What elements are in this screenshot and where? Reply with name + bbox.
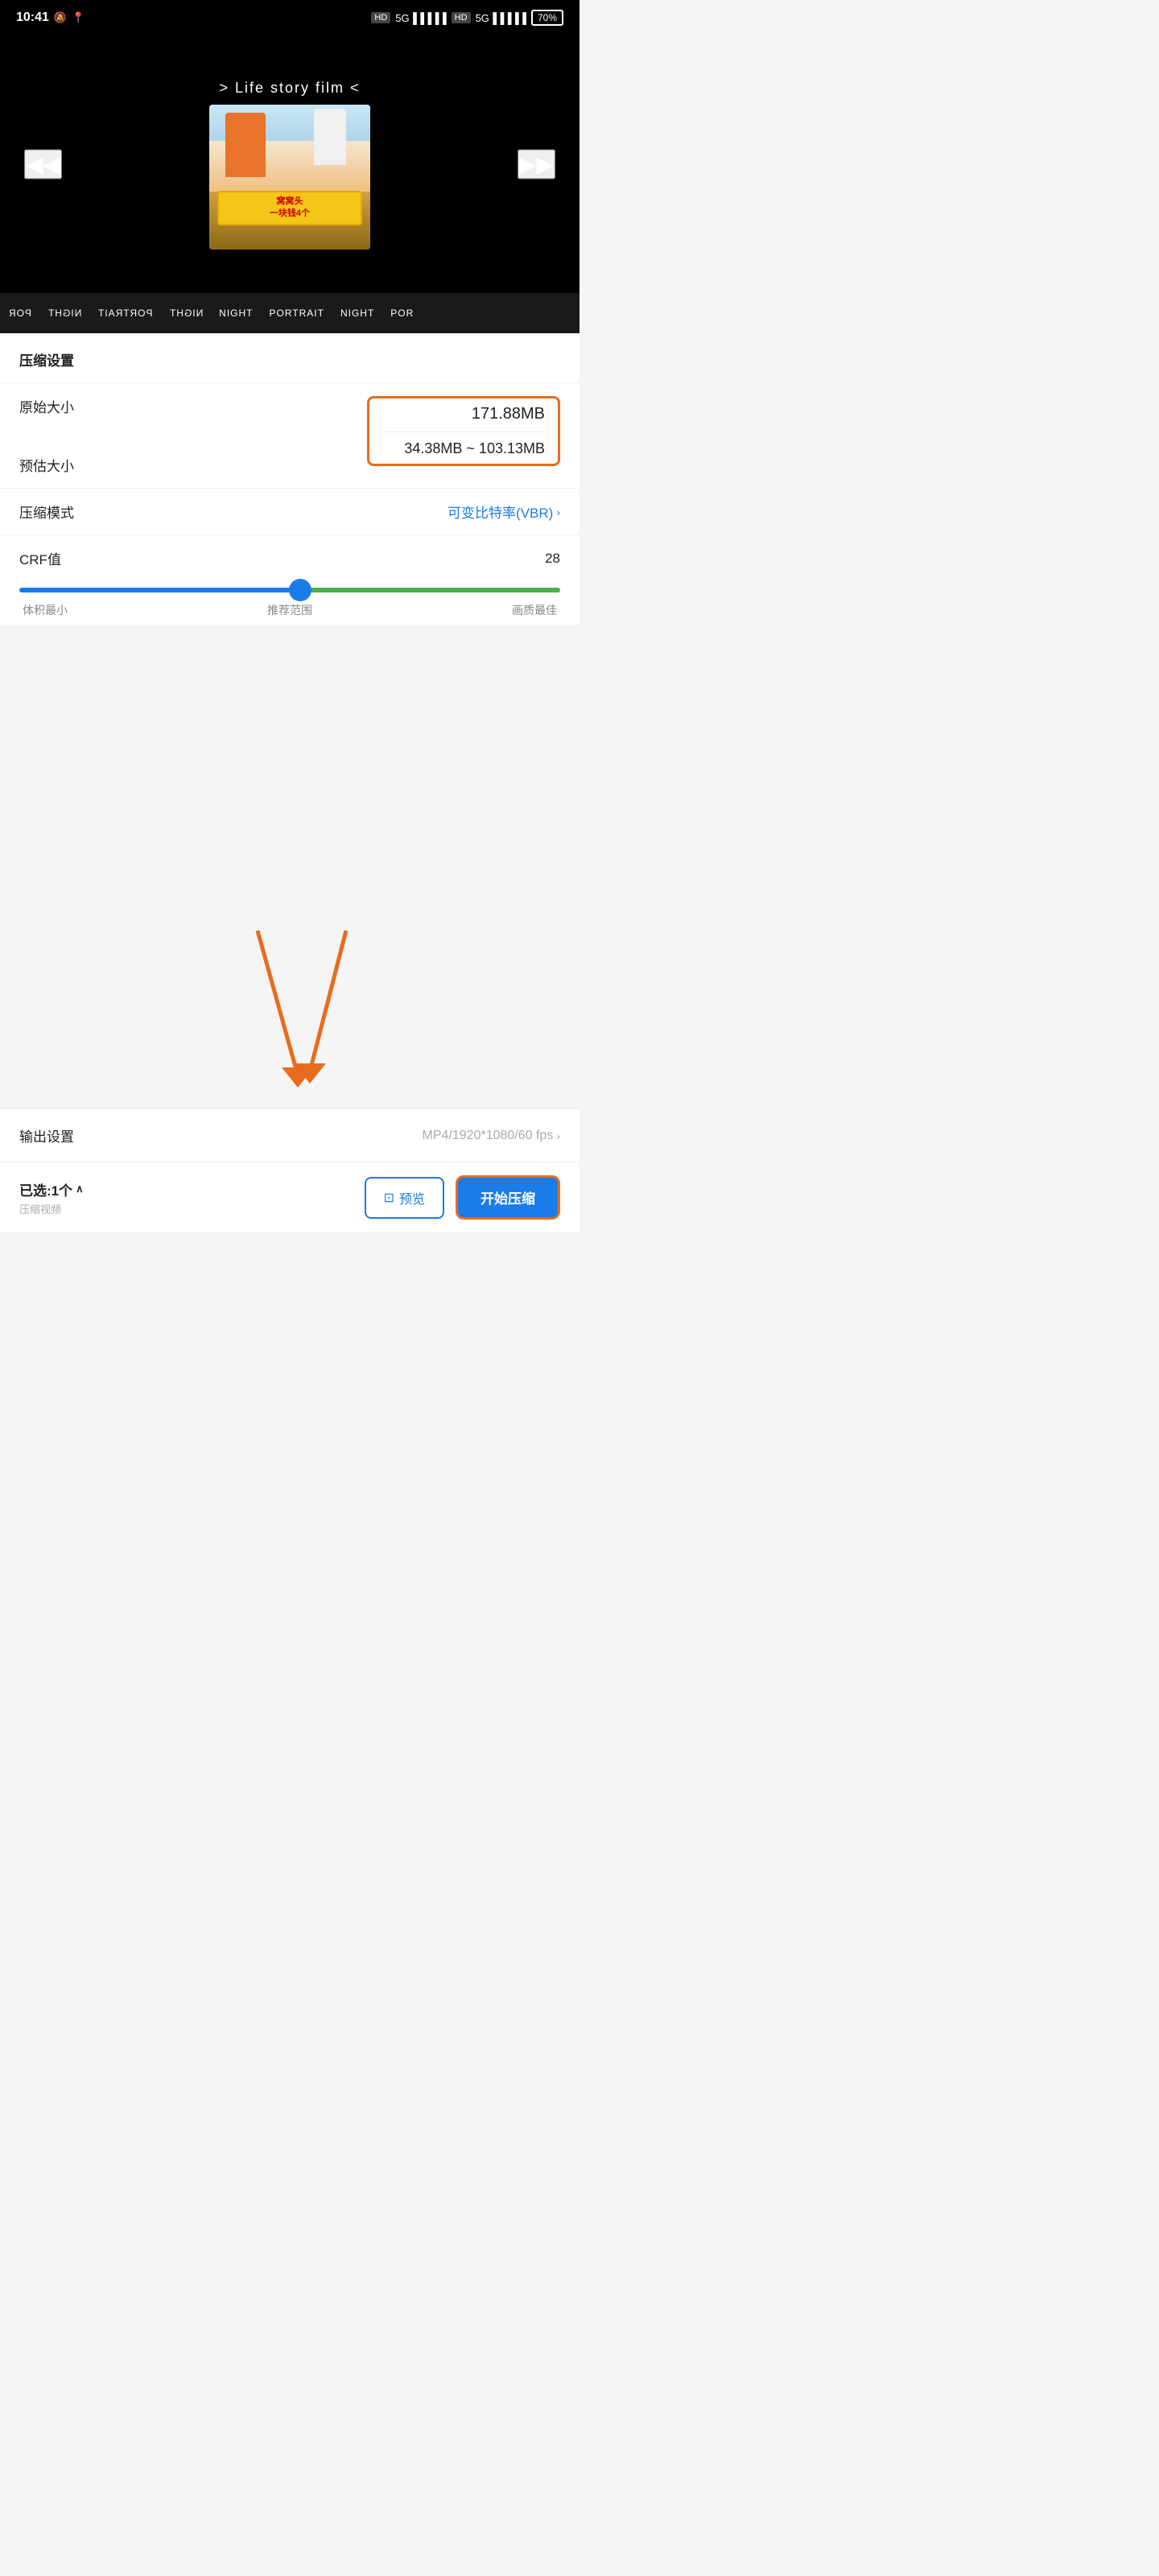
- slider-track-left: [19, 588, 300, 592]
- compression-mode-text: 可变比特率(VBR): [448, 502, 553, 522]
- rewind-button[interactable]: ◀◀: [24, 150, 62, 180]
- video-title: > Life story film <: [219, 80, 360, 97]
- video-thumbnail: 窝窝头一块钱4个: [209, 105, 370, 250]
- compression-mode-value[interactable]: 可变比特率(VBR) ›: [448, 502, 560, 522]
- hd-badge-2: HD: [452, 12, 471, 23]
- filter-item[interactable]: POR: [390, 308, 414, 319]
- sign-overlay: 窝窝头一块钱4个: [217, 191, 362, 225]
- output-settings-label: 输出设置: [19, 1125, 74, 1146]
- compression-mode-chevron: ›: [556, 506, 560, 518]
- crf-label: CRF值: [19, 548, 61, 568]
- filter-item[interactable]: NIGHT: [340, 308, 374, 319]
- signal-1: 5G▐▐▐▐▐: [395, 12, 446, 24]
- slider-thumb[interactable]: [289, 579, 311, 601]
- output-settings-chevron: ›: [556, 1129, 560, 1142]
- action-buttons: ⊡ 预览 开始压缩: [365, 1175, 560, 1220]
- settings-area: 压缩设置 原始大小 预估大小 171.88MB 34.38MB ~ 103.13…: [0, 333, 580, 625]
- preview-label: 预览: [399, 1188, 425, 1208]
- selected-title[interactable]: 已选:1个 ∧: [19, 1179, 84, 1199]
- filter-item[interactable]: PORTRAIT: [270, 308, 324, 319]
- slider-container: 体积最小 推荐范围 画质最佳: [0, 588, 580, 625]
- compress-label: 开始压缩: [481, 1191, 535, 1207]
- empty-space: [0, 625, 580, 882]
- battery-icon: 70%: [531, 10, 563, 26]
- compress-button[interactable]: 开始压缩: [456, 1175, 560, 1220]
- estimated-size-label: 预估大小: [19, 455, 74, 475]
- annotation-arrows: [185, 914, 394, 1108]
- preview-icon: ⊡: [384, 1190, 394, 1206]
- slider-track[interactable]: [19, 588, 560, 592]
- chevron-up-icon: ∧: [76, 1183, 84, 1195]
- size-row: 原始大小 预估大小 171.88MB 34.38MB ~ 103.13MB: [0, 382, 580, 488]
- compression-mode-label: 压缩模式: [19, 502, 74, 522]
- slider-track-right: [300, 588, 560, 592]
- status-time: 10:41 🔕 📍: [16, 10, 85, 25]
- crf-row: CRF值 28: [0, 535, 580, 588]
- time-display: 10:41: [16, 10, 49, 25]
- output-settings-row[interactable]: 输出设置 MP4/1920*1080/60 fps ›: [0, 1108, 580, 1162]
- original-size-value: 171.88MB: [382, 405, 545, 432]
- crf-value: 28: [545, 551, 560, 567]
- filter-strip: POR NIGHT PORTRAIT NIGHT NIGHT PORTRAIT …: [0, 293, 580, 333]
- section-title: 压缩设置: [0, 333, 580, 382]
- selected-info[interactable]: 已选:1个 ∧ 压缩视频: [19, 1179, 84, 1216]
- filter-item[interactable]: PORTRAIT: [97, 308, 152, 319]
- arrow-annotation: [0, 882, 580, 1108]
- original-size-label: 原始大小: [19, 396, 74, 416]
- video-player: > Life story film < ◀◀ 窝窝头一块钱4个 ▶▶: [0, 35, 580, 293]
- location-icon: 📍: [72, 11, 85, 24]
- output-settings-value[interactable]: MP4/1920*1080/60 fps ›: [423, 1129, 560, 1143]
- estimated-size-value: 34.38MB ~ 103.13MB: [382, 440, 545, 457]
- filter-item[interactable]: NIGHT: [169, 308, 203, 319]
- slider-label-min: 体积最小: [23, 602, 68, 618]
- slider-label-max: 画质最佳: [512, 602, 557, 618]
- selected-subtitle: 压缩视频: [19, 1201, 84, 1216]
- slider-labels: 体积最小 推荐范围 画质最佳: [19, 602, 560, 618]
- signal-2: 5G▐▐▐▐▐: [476, 12, 526, 24]
- forward-button[interactable]: ▶▶: [518, 150, 555, 180]
- status-right: HD 5G▐▐▐▐▐ HD 5G▐▐▐▐▐ 70%: [371, 10, 563, 26]
- status-bar: 10:41 🔕 📍 HD 5G▐▐▐▐▐ HD 5G▐▐▐▐▐ 70%: [0, 0, 580, 35]
- selected-count: 已选:1个: [19, 1179, 72, 1199]
- mute-icon: 🔕: [54, 11, 67, 24]
- filter-item[interactable]: NIGHT: [47, 308, 81, 319]
- sign-text: 窝窝头一块钱4个: [270, 196, 310, 218]
- preview-button[interactable]: ⊡ 预览: [365, 1177, 444, 1219]
- thumbnail-image: 窝窝头一块钱4个: [209, 105, 370, 250]
- size-box: 171.88MB 34.38MB ~ 103.13MB: [367, 396, 560, 466]
- filter-item[interactable]: POR: [8, 308, 31, 319]
- output-settings-text: MP4/1920*1080/60 fps: [423, 1129, 554, 1143]
- bottom-action-bar: 已选:1个 ∧ 压缩视频 ⊡ 预览 开始压缩: [0, 1162, 580, 1232]
- size-labels: 原始大小 预估大小: [19, 396, 74, 475]
- compression-mode-row[interactable]: 压缩模式 可变比特率(VBR) ›: [0, 488, 580, 535]
- hd-badge-1: HD: [371, 12, 390, 23]
- filter-item-active[interactable]: NIGHT: [219, 308, 253, 319]
- slider-label-mid: 推荐范围: [267, 602, 312, 618]
